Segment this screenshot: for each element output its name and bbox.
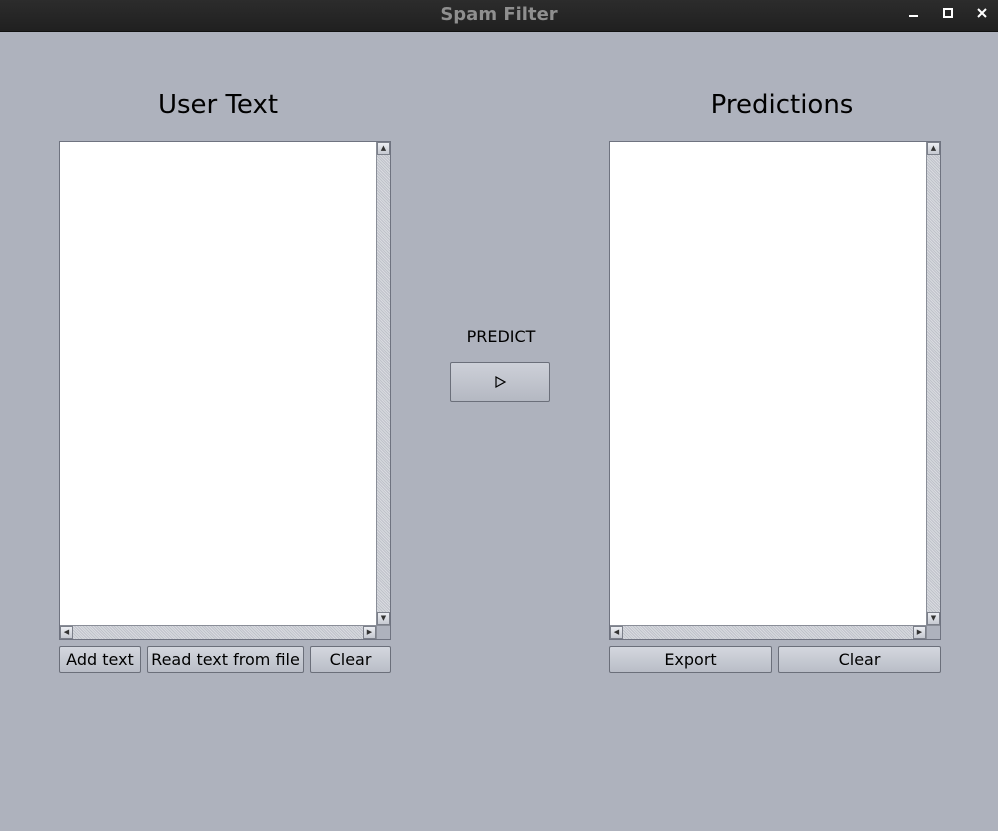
title-bar[interactable]: Spam Filter: [0, 0, 998, 32]
predict-label: PREDICT: [466, 327, 536, 346]
clear-user-text-button[interactable]: Clear: [310, 646, 391, 673]
scroll-right-icon[interactable]: ▶: [363, 626, 376, 639]
user-text-heading: User Text: [157, 90, 279, 120]
minimize-icon[interactable]: [904, 6, 924, 22]
predictions-area[interactable]: ▲ ▼ ◀ ▶: [609, 141, 941, 640]
scroll-up-icon[interactable]: ▲: [377, 142, 390, 155]
scroll-left-icon[interactable]: ◀: [60, 626, 73, 639]
scroll-corner: [926, 625, 940, 639]
window-title: Spam Filter: [440, 4, 558, 25]
close-icon[interactable]: [972, 6, 992, 22]
scroll-down-icon[interactable]: ▼: [377, 612, 390, 625]
scroll-up-icon[interactable]: ▲: [927, 142, 940, 155]
scroll-corner: [376, 625, 390, 639]
user-text-horizontal-scrollbar[interactable]: ◀ ▶: [60, 625, 376, 639]
scroll-down-icon[interactable]: ▼: [927, 612, 940, 625]
export-button[interactable]: Export: [609, 646, 772, 673]
scroll-left-icon[interactable]: ◀: [610, 626, 623, 639]
clear-predictions-button[interactable]: Clear: [778, 646, 941, 673]
add-text-button[interactable]: Add text: [59, 646, 141, 673]
play-icon: [495, 375, 507, 389]
predictions-vertical-scrollbar[interactable]: ▲ ▼: [926, 142, 940, 625]
user-text-area[interactable]: ▲ ▼ ◀ ▶: [59, 141, 391, 640]
user-text-vertical-scrollbar[interactable]: ▲ ▼: [376, 142, 390, 625]
predict-button[interactable]: [450, 362, 550, 402]
predictions-heading: Predictions: [710, 90, 854, 120]
predictions-horizontal-scrollbar[interactable]: ◀ ▶: [610, 625, 926, 639]
read-text-from-file-button[interactable]: Read text from file: [147, 646, 304, 673]
maximize-icon[interactable]: [938, 6, 958, 22]
scroll-right-icon[interactable]: ▶: [913, 626, 926, 639]
